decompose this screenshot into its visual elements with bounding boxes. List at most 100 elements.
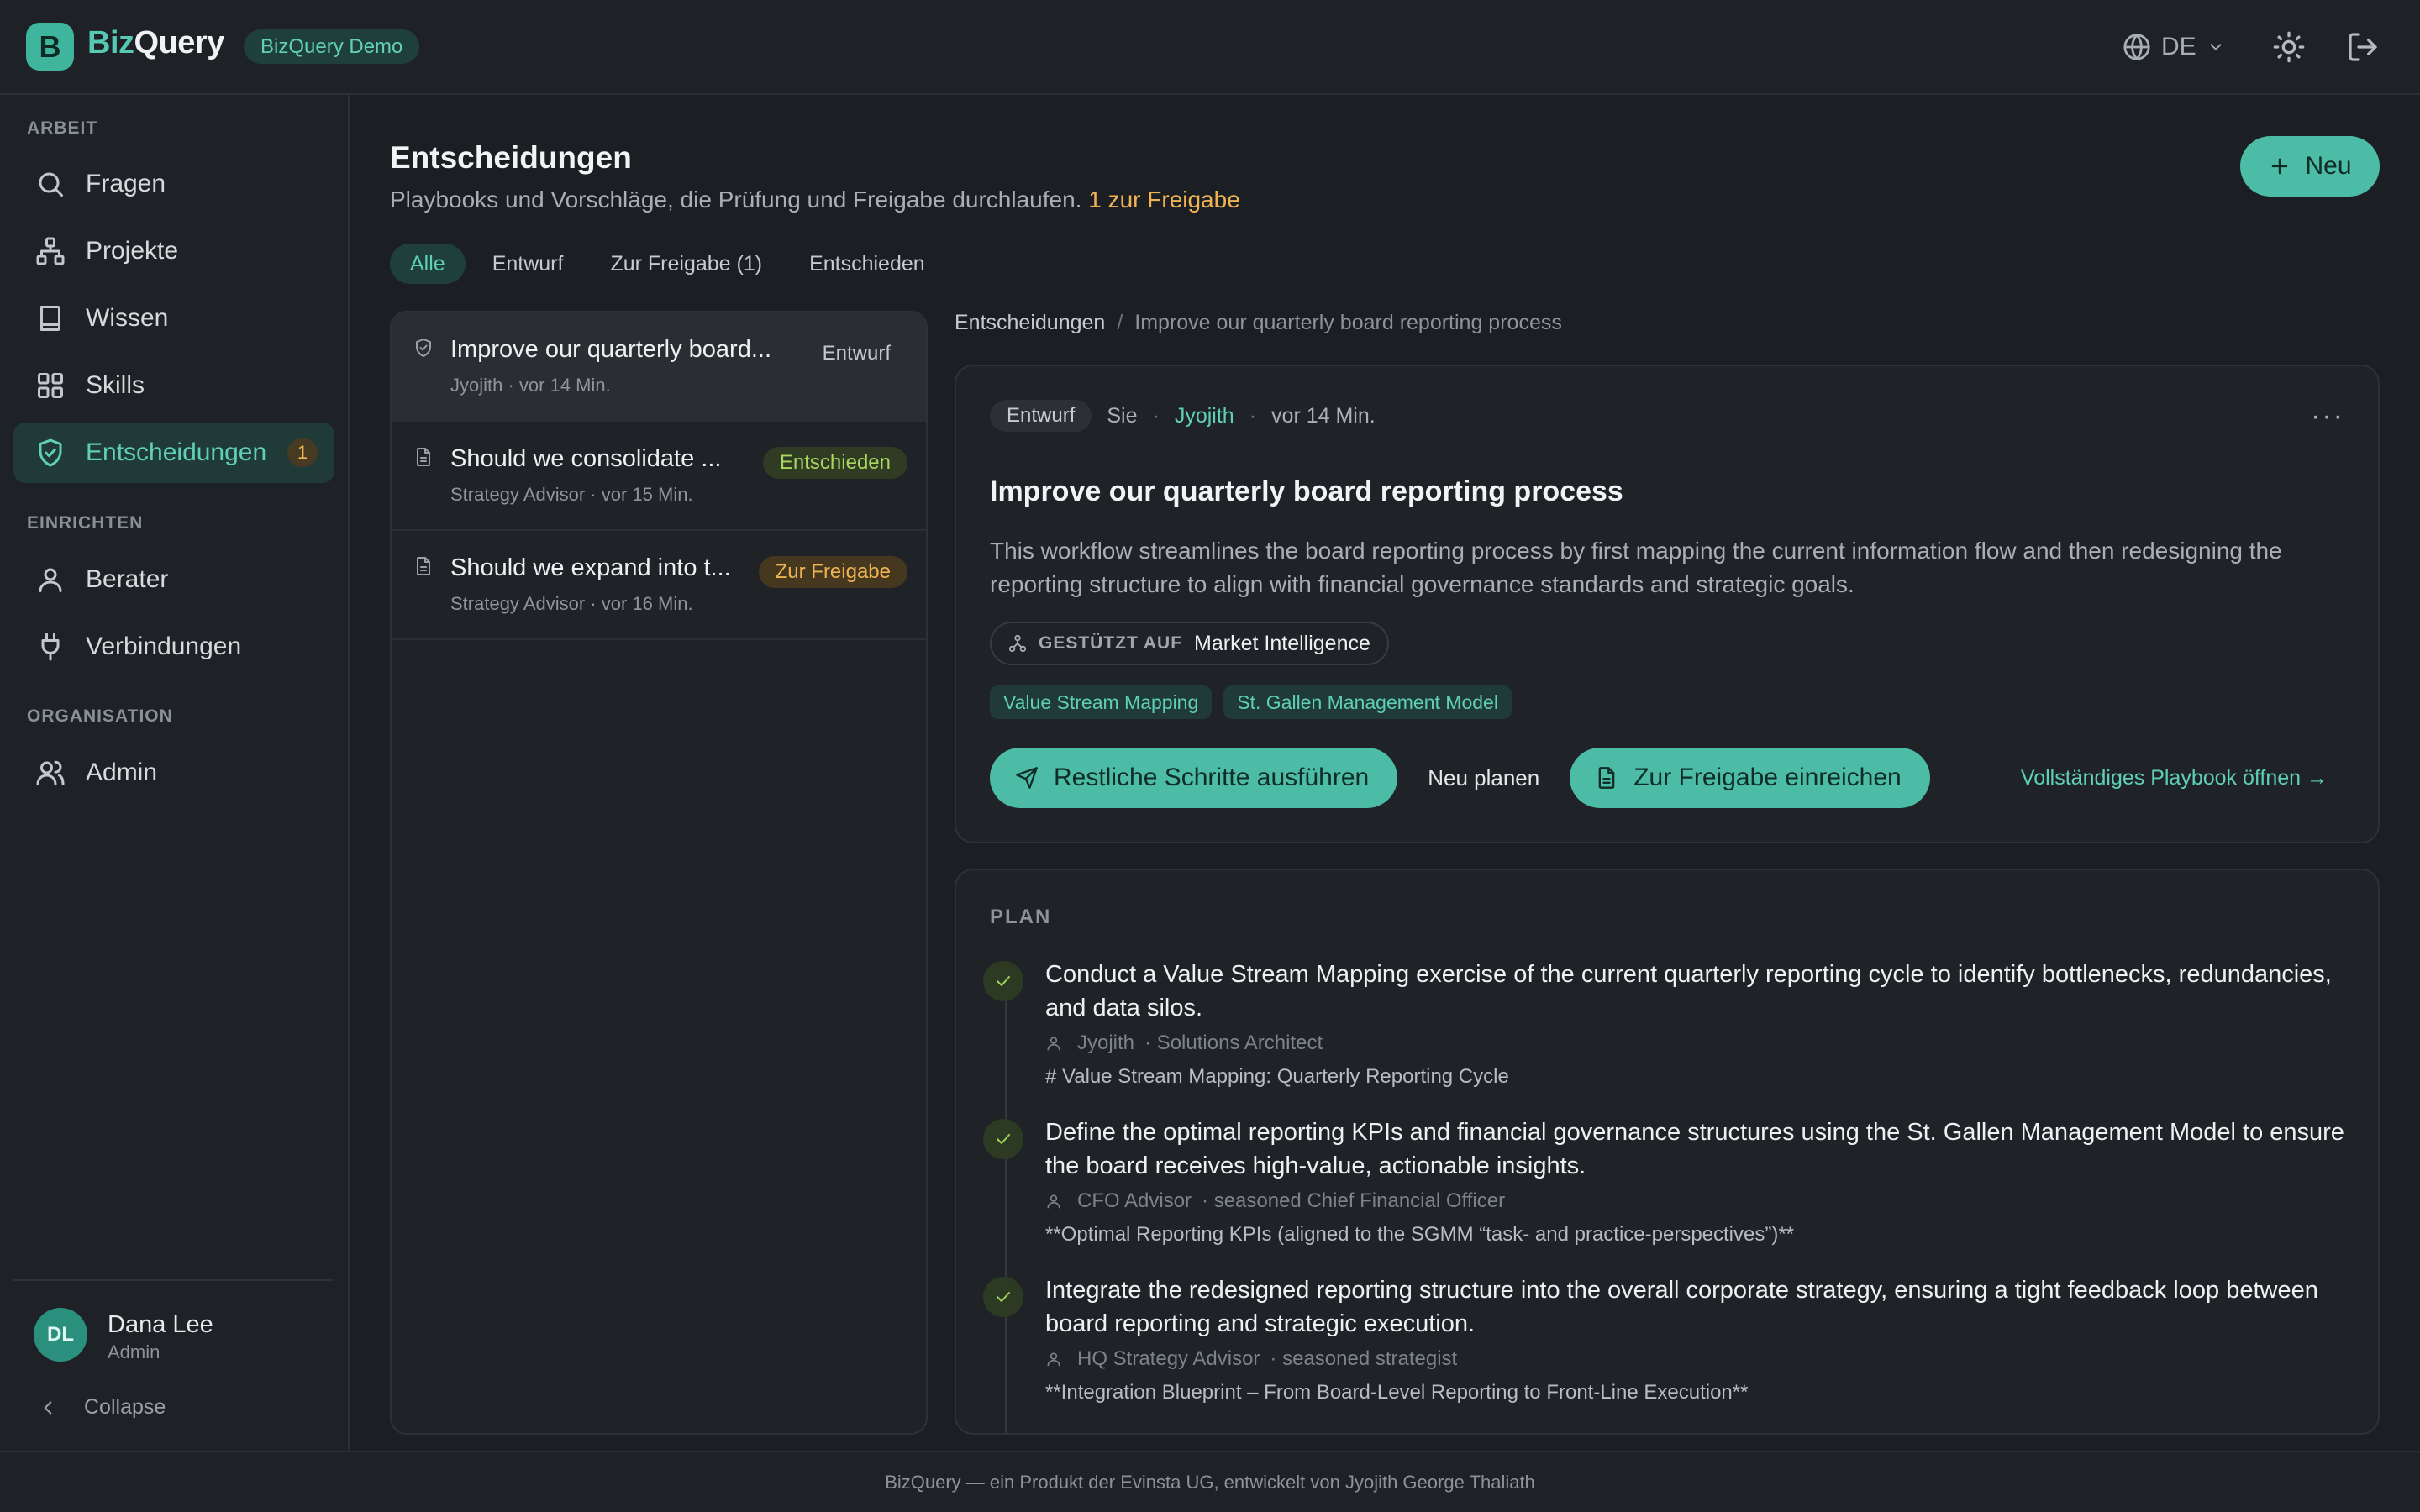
submit-for-approval-button[interactable]: Zur Freigabe einreichen [1570, 748, 1930, 808]
list-item[interactable]: Improve our quarterly board... Jyojith ·… [392, 312, 926, 422]
tag[interactable]: Value Stream Mapping [990, 685, 1213, 719]
sidebar-item-label: Verbindungen [86, 633, 242, 660]
plan-step-title: Define the optimal reporting KPIs and fi… [1045, 1119, 2344, 1179]
document-icon [413, 556, 434, 576]
based-on-value: Market Intelligence [1194, 631, 1370, 655]
sun-icon[interactable] [2272, 30, 2306, 64]
network-icon [1008, 634, 1027, 653]
sidebar-item-wissen[interactable]: Wissen [13, 288, 334, 349]
avatar[interactable]: DL [34, 1308, 87, 1362]
sidebar-item-fragen[interactable]: Fragen [13, 154, 334, 214]
sidebar-item-label: Entscheidungen [86, 438, 267, 466]
breadcrumb-separator: / [1117, 311, 1123, 334]
breadcrumb: Entscheidungen / Improve our quarterly b… [955, 311, 1562, 335]
footer: BizQuery — ein Produkt der Evinsta UG, e… [0, 1451, 2420, 1512]
sidebar-item-label: Fragen [86, 170, 166, 197]
decision-detail-card: Entwurf Sie · Jyojith · vor 14 Min. ··· … [955, 365, 2380, 843]
detail-title: Improve our quarterly board reporting pr… [990, 475, 1623, 507]
timestamp: vor 14 Min. [1271, 403, 1376, 428]
breadcrumb-root[interactable]: Entscheidungen [955, 311, 1105, 335]
section-label-work: ARBEIT [27, 118, 98, 138]
users-icon [35, 758, 66, 788]
user-name: Dana Lee [108, 1311, 213, 1338]
collapse-button[interactable]: Collapse [37, 1395, 166, 1420]
plan-step-assignee: CFO Advisor · seasoned Chief Financial Of… [1045, 1189, 1505, 1213]
open-playbook-link[interactable]: Vollständiges Playbook öffnen → [2021, 766, 2328, 790]
replan-button[interactable]: Neu planen [1397, 748, 1570, 808]
status-badge: Entwurf [990, 400, 1092, 432]
based-on-chip[interactable]: GESTÜTZT AUF Market Intelligence [990, 622, 1389, 665]
plan-card: PLAN Conduct a Value Stream Mapping exer… [955, 869, 2380, 1435]
sidebar-item-entscheidungen[interactable]: Entscheidungen 1 [13, 423, 334, 483]
sidebar-item-berater[interactable]: Berater [13, 549, 334, 610]
sidebar-item-label: Berater [86, 565, 169, 593]
list-item[interactable]: Should we expand into t... Strategy Advi… [392, 531, 926, 640]
book-icon [35, 303, 66, 333]
language-selector[interactable]: DE [2123, 29, 2225, 66]
list-item-meta: Strategy Advisor · vor 16 Min. [450, 593, 693, 614]
more-options-icon[interactable]: ··· [2311, 402, 2344, 430]
sidebar: ARBEIT Fragen Projekte Wissen Skills Ent… [0, 95, 350, 1451]
pending-review-count[interactable]: 1 zur Freigabe [1088, 186, 1240, 213]
sidebar-item-label: Wissen [86, 304, 169, 332]
user-icon [1045, 1351, 1062, 1368]
globe-icon [2123, 33, 2151, 61]
chevron-down-icon [2207, 38, 2225, 56]
new-button-label: Neu [2305, 152, 2352, 180]
top-bar: B BizQuery BizQuery Demo DE [0, 0, 2420, 95]
plan-step-note: **Optimal Reporting KPIs (aligned to the… [1045, 1223, 1795, 1246]
document-icon [413, 447, 434, 467]
filter-tabs: Alle Entwurf Zur Freigabe (1) Entschiede… [390, 244, 945, 284]
sidebar-item-admin[interactable]: Admin [13, 743, 334, 803]
check-icon [993, 971, 1013, 991]
plan-timeline-line [1005, 979, 1007, 1433]
logout-icon[interactable] [2346, 30, 2380, 64]
user-role: Admin [108, 1341, 160, 1362]
tab-alle[interactable]: Alle [390, 244, 466, 284]
sidebar-item-skills[interactable]: Skills [13, 355, 334, 416]
status-badge: Entwurf [822, 342, 891, 365]
submit-for-approval-label: Zur Freigabe einreichen [1634, 764, 1902, 791]
detail-description: This workflow streamlines the board repo… [990, 538, 2282, 597]
plan-step-note: # Value Stream Mapping: Quarterly Report… [1045, 1065, 1509, 1088]
sidebar-item-verbindungen[interactable]: Verbindungen [13, 617, 334, 677]
run-remaining-steps-button[interactable]: Restliche Schritte ausführen [990, 748, 1398, 808]
logo-icon[interactable]: B [26, 23, 74, 71]
status-badge: Zur Freigabe [758, 556, 908, 588]
check-icon [993, 1129, 1013, 1149]
plan-step-title: Integrate the redesigned reporting struc… [1045, 1277, 2318, 1337]
status-badge: Entschieden [762, 447, 908, 479]
breadcrumb-current: Improve our quarterly board reporting pr… [1134, 311, 1562, 334]
detail-actions: Restliche Schritte ausführen Neu planen … [990, 748, 1930, 808]
run-remaining-steps-label: Restliche Schritte ausführen [1054, 764, 1370, 791]
sidebar-divider [13, 1279, 334, 1281]
owner-label: Sie [1107, 403, 1138, 428]
plan-label: PLAN [990, 906, 1052, 928]
list-item-meta: Strategy Advisor · vor 15 Min. [450, 484, 693, 505]
shield-check-icon [35, 438, 66, 468]
tab-zur-freigabe[interactable]: Zur Freigabe (1) [590, 244, 782, 284]
list-item[interactable]: Should we consolidate ... Strategy Advis… [392, 422, 926, 531]
hierarchy-icon [35, 236, 66, 266]
plan-step-assignee: HQ Strategy Advisor · seasoned strategist [1045, 1347, 1457, 1371]
user-icon [35, 564, 66, 595]
tab-entwurf[interactable]: Entwurf [472, 244, 584, 284]
tab-entschieden[interactable]: Entschieden [789, 244, 945, 284]
based-on-label: GESTÜTZT AUF [1039, 633, 1183, 653]
sidebar-item-label: Skills [86, 371, 145, 399]
plus-icon [2268, 155, 2291, 178]
list-item-title: Improve our quarterly board... [450, 336, 772, 363]
section-label-org: ORGANISATION [27, 706, 173, 726]
author-link[interactable]: Jyojith [1175, 404, 1234, 428]
brand-name[interactable]: BizQuery [87, 25, 224, 61]
plan-step-assignee: Jyojith · Solutions Architect [1045, 1032, 1323, 1055]
new-button[interactable]: Neu [2240, 136, 2380, 197]
plug-icon [35, 632, 66, 662]
tag[interactable]: St. Gallen Management Model [1223, 685, 1512, 719]
tag-list: Value Stream Mapping St. Gallen Manageme… [990, 685, 1512, 719]
count-badge: 1 [287, 438, 318, 467]
document-icon [1595, 766, 1618, 790]
user-icon [1045, 1193, 1062, 1210]
sidebar-item-projekte[interactable]: Projekte [13, 221, 334, 281]
list-item-meta: Jyojith · vor 14 Min. [450, 375, 611, 396]
